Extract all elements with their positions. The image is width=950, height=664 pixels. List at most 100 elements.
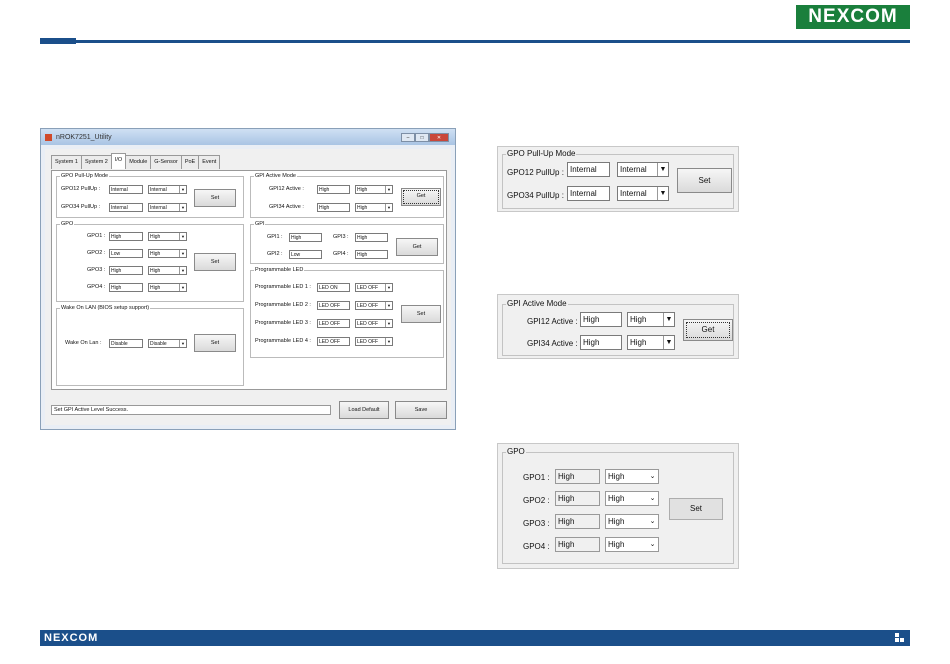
gpi-active-get-button[interactable]: Get	[401, 188, 441, 206]
zoom-gpo2-select[interactable]: High ⌄	[605, 491, 659, 506]
zoom-gpo34-pullup-label: GPO34 PullUp :	[507, 191, 564, 200]
zoom-gpo12-pullup-value[interactable]: Internal	[567, 162, 610, 177]
gpo-pullup-set-button[interactable]: Set	[194, 189, 236, 207]
gpi3-value[interactable]: High	[355, 233, 388, 242]
led4-value[interactable]: LED OFF	[317, 337, 350, 346]
chevron-down-icon: ⌄	[649, 518, 656, 525]
tab-poe[interactable]: PoE	[180, 155, 200, 169]
chevron-down-icon: ▼	[179, 233, 186, 240]
gpi4-label: GPI4 :	[333, 251, 349, 257]
gpo12-pullup-select[interactable]: Internal ▼	[148, 185, 187, 194]
load-default-button[interactable]: Load Default	[339, 401, 389, 419]
zoom-gpi12-active-value[interactable]: High	[580, 312, 622, 327]
chevron-down-icon: ⌄	[649, 541, 656, 548]
gpo4-select[interactable]: High ▼	[148, 283, 187, 292]
tab-io[interactable]: I/O	[110, 153, 127, 169]
gpo3-label: GPO3 :	[87, 267, 106, 273]
gpi4-value[interactable]: High	[355, 250, 388, 259]
zoom-gpo2-value[interactable]: High	[555, 491, 600, 506]
app-icon	[45, 133, 52, 141]
wake-on-lan-set-button[interactable]: Set	[194, 334, 236, 352]
led1-select[interactable]: LED OFF ▼	[355, 283, 393, 292]
header-rule	[40, 40, 910, 43]
wake-on-lan-select[interactable]: Disable ▼	[148, 339, 187, 348]
led1-value[interactable]: LED ON	[317, 283, 350, 292]
zoom-gpo1-value[interactable]: High	[555, 469, 600, 484]
maximize-icon[interactable]: □	[415, 132, 429, 142]
zoom-gpo3-value[interactable]: High	[555, 514, 600, 529]
zoom-gpi-active-get-button[interactable]: Get	[683, 319, 733, 341]
gpo2-select[interactable]: High ▼	[148, 249, 187, 258]
gpo34-pullup-select[interactable]: Internal ▼	[148, 203, 187, 212]
zoom-gpi34-active-value[interactable]: High	[580, 335, 622, 350]
zoom-gpo4-value[interactable]: High	[555, 537, 600, 552]
chevron-down-icon: ▼	[385, 320, 392, 327]
chevron-down-icon: ▼	[385, 338, 392, 345]
gpo-set-button[interactable]: Set	[194, 253, 236, 271]
io-tab-page: GPO Pull-Up Mode GPO12 PullUp : Internal…	[51, 170, 447, 390]
status-bar: Set GPI Active Level Success.	[51, 405, 331, 415]
tab-event[interactable]: Event	[198, 155, 221, 169]
gpo-pullup-group: GPO Pull-Up Mode GPO12 PullUp : Internal…	[56, 173, 244, 218]
gpi12-active-value[interactable]: High	[317, 185, 350, 194]
gpo34-pullup-value[interactable]: Internal	[109, 203, 143, 212]
close-icon[interactable]: ✕	[429, 132, 449, 142]
led3-select[interactable]: LED OFF ▼	[355, 319, 393, 328]
wake-on-lan-value[interactable]: Disable	[109, 339, 143, 348]
led3-value[interactable]: LED OFF	[317, 319, 350, 328]
gpi-get-button[interactable]: Get	[396, 238, 438, 256]
footer-bar	[40, 630, 910, 646]
minimize-icon[interactable]: –	[401, 132, 415, 142]
led2-value[interactable]: LED OFF	[317, 301, 350, 310]
chevron-down-icon: ▼	[179, 267, 186, 274]
zoom-gpi12-active-label: GPI12 Active :	[527, 317, 578, 326]
led3-label: Programmable LED 3 :	[255, 320, 311, 326]
gpo1-value[interactable]: High	[109, 232, 143, 241]
zoom-gpo12-pullup-select[interactable]: Internal ▼	[617, 162, 669, 177]
tab-system-1[interactable]: System 1	[51, 155, 82, 169]
chevron-down-icon: ▼	[663, 336, 674, 349]
gpi2-value[interactable]: Low	[289, 250, 322, 259]
zoom-gpi12-active-select[interactable]: High ▼	[627, 312, 675, 327]
group-caption: GPI Active Mode	[254, 173, 297, 179]
gpo-group: GPO GPO1 : High High ▼ GPO2 : Low High ▼ G…	[56, 221, 244, 302]
led4-label: Programmable LED 4 :	[255, 338, 311, 344]
gpi34-active-value[interactable]: High	[317, 203, 350, 212]
gpo3-select[interactable]: High ▼	[148, 266, 187, 275]
zoom-gpo1-select[interactable]: High ⌄	[605, 469, 659, 484]
wake-on-lan-group: Wake On LAN (BIOS setup support) Wake On…	[56, 305, 244, 386]
gpo1-select[interactable]: High ▼	[148, 232, 187, 241]
chevron-down-icon: ▼	[179, 340, 186, 347]
chevron-down-icon: ▼	[385, 186, 392, 193]
led2-label: Programmable LED 2 :	[255, 302, 311, 308]
led-set-button[interactable]: Set	[401, 305, 441, 323]
zoom-gpo-group: GPO GPO1 : High High ⌄ GPO2 : High High ⌄ …	[502, 447, 734, 564]
zoom-gpo-set-button[interactable]: Set	[669, 498, 723, 520]
zoom-gpo34-pullup-select[interactable]: Internal ▼	[617, 186, 669, 201]
window-controls: – □ ✕	[401, 132, 449, 142]
zoom-gpi-active-group: GPI Active Mode GPI12 Active : High High…	[502, 299, 734, 356]
gpo12-pullup-label: GPO12 PullUp :	[61, 186, 101, 192]
zoom-gpo-pullup-set-button[interactable]: Set	[677, 168, 732, 193]
tab-system-2[interactable]: System 2	[80, 155, 112, 169]
gpi12-active-select[interactable]: High ▼	[355, 185, 393, 194]
gpo3-value[interactable]: High	[109, 266, 143, 275]
zoom-gpo3-select[interactable]: High ⌄	[605, 514, 659, 529]
gpi1-value[interactable]: High	[289, 233, 322, 242]
footer-logo: NEXCOM	[44, 632, 99, 644]
group-caption: GPO	[506, 447, 526, 456]
save-button[interactable]: Save	[395, 401, 447, 419]
zoom-gpo4-select[interactable]: High ⌄	[605, 537, 659, 552]
led2-select[interactable]: LED OFF ▼	[355, 301, 393, 310]
gpo2-value[interactable]: Low	[109, 249, 143, 258]
gpi34-active-select[interactable]: High ▼	[355, 203, 393, 212]
zoom-gpi34-active-select[interactable]: High ▼	[627, 335, 675, 350]
chevron-down-icon: ▼	[179, 204, 186, 211]
tab-module[interactable]: Module	[125, 155, 152, 169]
gpo4-value[interactable]: High	[109, 283, 143, 292]
zoom-gpo34-pullup-value[interactable]: Internal	[567, 186, 610, 201]
tab-g-sensor[interactable]: G-Sensor	[150, 155, 182, 169]
led4-select[interactable]: LED OFF ▼	[355, 337, 393, 346]
gpo4-label: GPO4 :	[87, 284, 106, 290]
gpo12-pullup-value[interactable]: Internal	[109, 185, 143, 194]
